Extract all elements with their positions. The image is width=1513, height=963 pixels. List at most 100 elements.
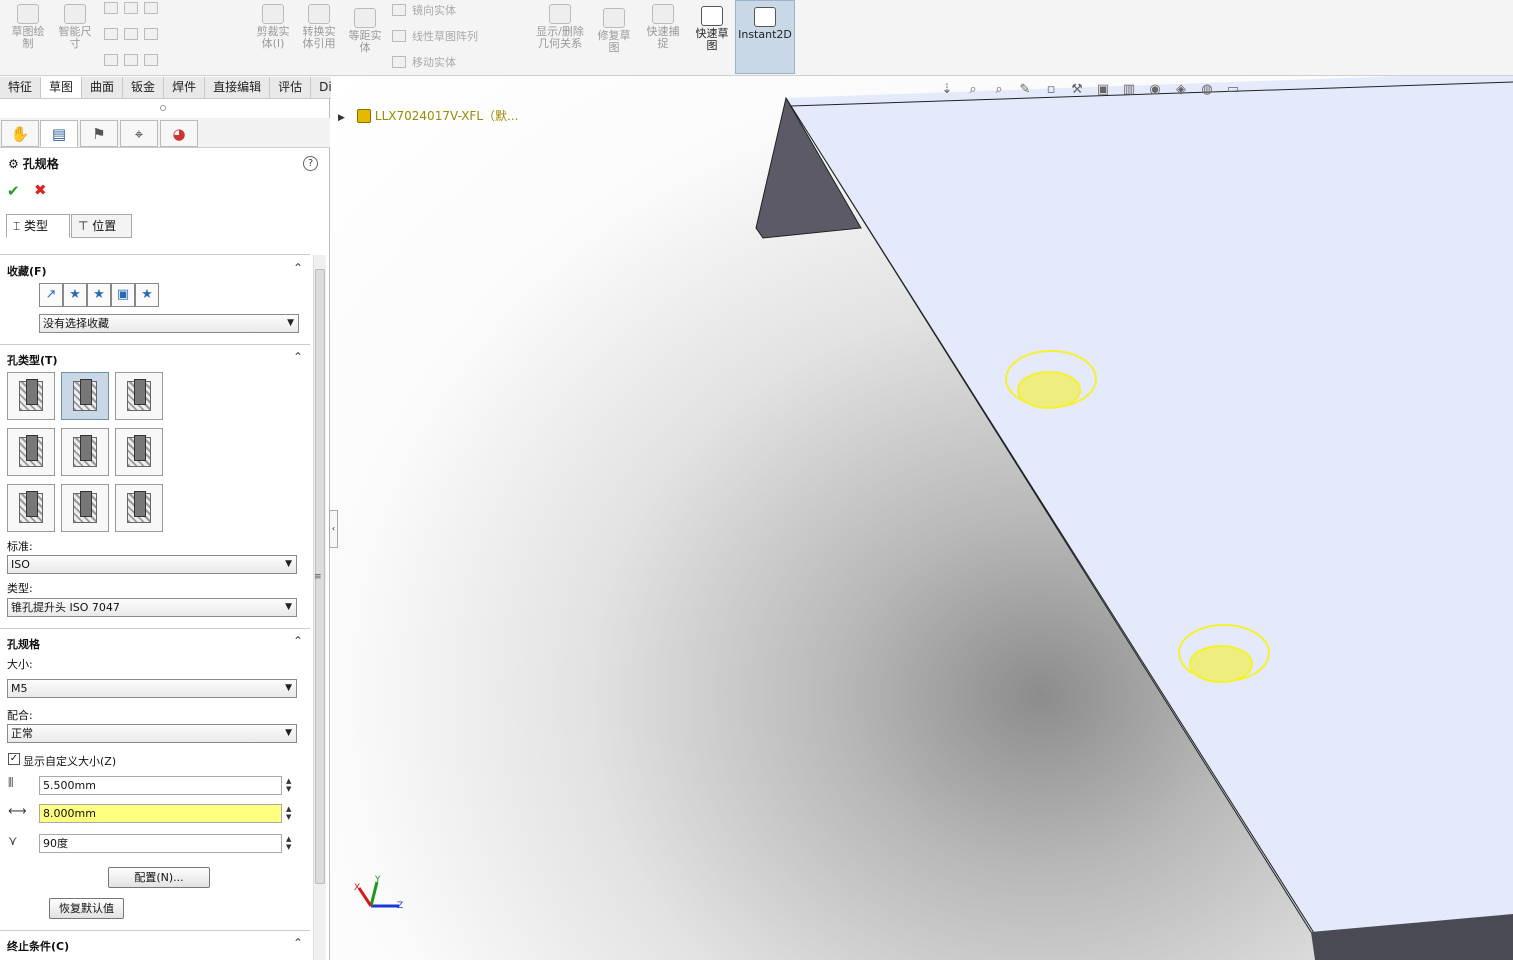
straight-tap-button[interactable]	[7, 428, 55, 476]
fit-select[interactable]: 正常 ▼	[7, 724, 297, 743]
panel-grip-icon[interactable]	[160, 105, 166, 111]
convert-entities-button[interactable]: 转换实 体引用	[298, 4, 340, 50]
tab-5[interactable]: 直接编辑	[205, 77, 271, 98]
tapered-tap-button[interactable]	[61, 428, 109, 476]
countersink-diameter-input[interactable]: 8.000mm	[39, 804, 282, 823]
hide-show-icon[interactable]: ▥	[1118, 82, 1140, 97]
trim-button[interactable]: 剪裁实 体(I)	[252, 4, 294, 50]
move-entities-button[interactable]: 移动实体	[392, 54, 456, 70]
repair-sketch-button[interactable]: 修复草 图	[594, 8, 634, 54]
graphics-viewport[interactable]: Z Y X	[331, 72, 1513, 960]
rapid-sketch-icon	[701, 6, 723, 26]
quick-snap-button[interactable]: 快速捕 捉	[642, 4, 684, 50]
divider	[0, 930, 310, 931]
display-manager-tab[interactable]: ◕	[160, 120, 198, 147]
size-select[interactable]: M5 ▼	[7, 679, 297, 698]
tab-0[interactable]: 特征	[0, 77, 42, 98]
property-manager-tab[interactable]: ▤	[40, 120, 78, 147]
csk-diameter-spinner-icon[interactable]: ▲ ▼	[286, 805, 291, 821]
counterbore-slot-button[interactable]	[7, 484, 55, 532]
collapse-hole-type-icon[interactable]: ⌃	[293, 350, 303, 364]
position-icon: ⊤	[78, 219, 89, 233]
restore-defaults-button[interactable]: 恢复默认值	[49, 898, 124, 919]
tab-1[interactable]: 草图	[41, 77, 83, 98]
linear-pattern-button[interactable]: 线性草图阵列	[392, 28, 478, 44]
diameter-spinner-icon[interactable]: ▲ ▼	[286, 777, 291, 793]
dimxpert-manager-tab[interactable]: ⌖	[120, 120, 158, 147]
tab-position[interactable]: ⊤ 位置	[71, 214, 132, 238]
previous-view-icon[interactable]: ⇣	[936, 82, 958, 97]
panel-collapse-handle[interactable]: ‹	[329, 510, 338, 548]
offset-entities-button[interactable]: 等距实 体	[344, 8, 386, 54]
triad-axes: Z Y X	[354, 875, 403, 911]
collapse-hole-spec-icon[interactable]: ⌃	[293, 634, 303, 648]
hole-type-header[interactable]: 孔类型(T)	[7, 352, 58, 368]
apply-defaults-icon[interactable]: ↗	[39, 283, 63, 307]
save-favorite-icon[interactable]: ▣	[111, 283, 135, 307]
manager-tabs: ✋ ▤ ⚑ ⌖ ◕	[0, 118, 330, 148]
smart-dimension-button[interactable]: 智能尺 寸	[54, 4, 96, 50]
section-view-icon[interactable]: ✎	[1014, 82, 1036, 97]
custom-size-checkbox[interactable]: ✓	[8, 753, 20, 765]
through-diameter-input[interactable]: 5.500mm	[39, 776, 282, 795]
circle-icon	[124, 2, 138, 14]
favorites-select[interactable]: 没有选择收藏 ▼	[39, 314, 299, 333]
countersink-angle-input[interactable]: 90度	[39, 834, 282, 853]
add-favorite-icon[interactable]: ★	[63, 283, 87, 307]
instant2d-button[interactable]: Instant2D	[735, 0, 795, 74]
slot-button[interactable]	[115, 484, 163, 532]
tab-2[interactable]: 曲面	[82, 77, 124, 98]
delete-favorite-icon[interactable]: ★	[87, 283, 111, 307]
countersink-slot-button[interactable]	[61, 484, 109, 532]
apply-scene-icon[interactable]: ◈	[1170, 82, 1192, 97]
rectangle-tools[interactable]	[104, 28, 164, 41]
type-label: 类型:	[7, 582, 33, 595]
standard-select[interactable]: ISO ▼	[7, 555, 297, 574]
feature-tree-icon: ✋	[10, 125, 30, 143]
tab-4[interactable]: 焊件	[164, 77, 206, 98]
tab-type[interactable]: ⌶ 类型	[6, 214, 70, 238]
expand-arrow-icon[interactable]: ▶	[338, 113, 345, 123]
zoom-fit-icon[interactable]: ⌕	[962, 82, 984, 97]
mirror-entities-button[interactable]: 镜向实体	[392, 2, 456, 18]
legacy-hole-button[interactable]	[115, 428, 163, 476]
angle-spinner-icon[interactable]: ▲ ▼	[286, 835, 291, 851]
help-icon[interactable]: ?	[303, 156, 318, 171]
feature-manager-tab[interactable]: ✋	[1, 120, 39, 147]
load-favorite-icon[interactable]: ★	[135, 283, 159, 307]
collapse-favorites-icon[interactable]: ⌃	[293, 261, 303, 275]
slot-tools[interactable]	[104, 54, 164, 67]
hole-spec-header[interactable]: 孔规格	[7, 636, 40, 652]
favorites-header[interactable]: 收藏(F)	[7, 263, 47, 279]
configuration-manager-tab[interactable]: ⚑	[80, 120, 118, 147]
countersink-hole-button[interactable]	[61, 372, 109, 420]
ok-button[interactable]: ✔	[7, 182, 20, 200]
zoom-area-icon[interactable]: ⌕	[988, 82, 1010, 97]
collapse-end-condition-icon[interactable]: ⌃	[293, 936, 303, 950]
sketch-button[interactable]: 草图绘 制	[8, 4, 48, 50]
feature-tree-root[interactable]: ▶ LLX7024017V-XFL（默...	[338, 107, 518, 124]
end-condition-header[interactable]: 终止条件(C)	[7, 938, 69, 954]
custom-size-label: 显示自定义大小(Z)	[23, 755, 117, 768]
type-select[interactable]: 锥孔提升头 ISO 7047 ▼	[7, 598, 297, 617]
counterbore-hole-button[interactable]	[7, 372, 55, 420]
hole-type-row-2	[7, 428, 163, 476]
tab-6[interactable]: 评估	[270, 77, 312, 98]
display-monitor-icon[interactable]: ▭	[1222, 82, 1244, 97]
line-tools[interactable]	[104, 2, 164, 15]
view-settings-icon[interactable]: ◍	[1196, 82, 1218, 97]
spline-icon	[144, 2, 158, 14]
rapid-sketch-button[interactable]: 快速草 图	[690, 6, 734, 52]
view-orientation-icon[interactable]: ⚒	[1066, 82, 1088, 97]
panel-scrollbar[interactable]	[313, 255, 326, 960]
display-relations-button[interactable]: 显示/删除 几何关系	[532, 4, 588, 50]
edit-appearance-icon[interactable]: ◉	[1144, 82, 1166, 97]
tab-3[interactable]: 钣金	[123, 77, 165, 98]
chevron-down-icon: ▼	[285, 602, 292, 612]
dynamic-annotation-icon[interactable]: ▫	[1040, 82, 1062, 97]
plain-hole-button[interactable]	[115, 372, 163, 420]
splitter-grip-icon[interactable]: ≡	[314, 572, 322, 582]
cancel-button[interactable]: ✖	[34, 181, 47, 199]
configure-button[interactable]: 配置(N)...	[108, 867, 210, 888]
display-style-icon[interactable]: ▣	[1092, 82, 1114, 97]
